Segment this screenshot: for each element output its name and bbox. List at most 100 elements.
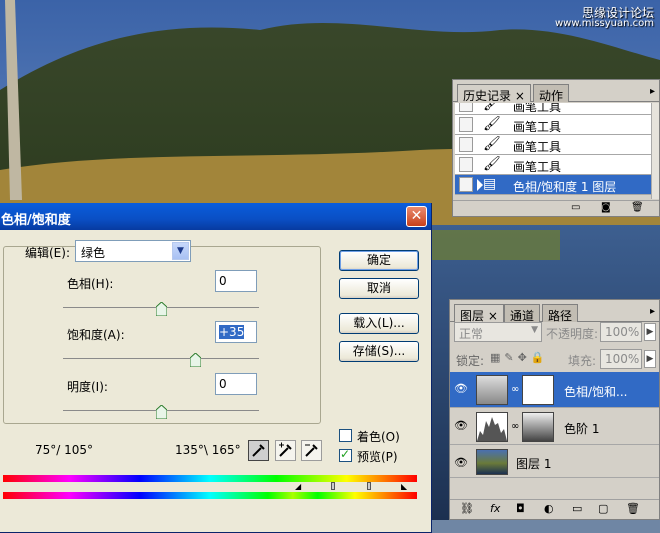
range-right-text: 135°\ 165° bbox=[175, 443, 241, 457]
lightness-slider-knob[interactable] bbox=[155, 405, 167, 419]
colorize-label: 着色(O) bbox=[357, 430, 400, 444]
brush-icon: 🖌 bbox=[483, 116, 501, 132]
save-button[interactable]: 存储(S)... bbox=[339, 341, 419, 362]
history-item-active[interactable]: ▤ 色相/饱和度 1 图层 bbox=[455, 175, 653, 195]
chevron-down-icon: ▼ bbox=[531, 325, 538, 335]
add-mask-icon[interactable]: ◘ bbox=[516, 502, 525, 515]
history-source-box[interactable] bbox=[459, 137, 473, 152]
cancel-button[interactable]: 取消 bbox=[339, 278, 419, 299]
fill-arrow-icon[interactable]: ▶ bbox=[644, 350, 656, 368]
history-footer: ▭ ◙ 🗑 bbox=[453, 200, 659, 216]
tab-close-icon[interactable]: × bbox=[515, 89, 525, 103]
eye-icon[interactable]: 👁 bbox=[452, 454, 470, 472]
brush-icon: 🖌 bbox=[483, 103, 501, 112]
saturation-slider-knob[interactable] bbox=[189, 353, 201, 367]
history-source-box[interactable] bbox=[459, 103, 473, 112]
lock-brush-icon[interactable]: ✎ bbox=[504, 351, 517, 364]
ok-button[interactable]: 确定 bbox=[339, 250, 419, 271]
layers-footer: ⛓ fx ◘ ◐ ▭ ▢ 🗑 bbox=[450, 499, 659, 519]
range-triangle-left-icon[interactable]: ◢ bbox=[295, 482, 301, 491]
chevron-down-icon: ▼ bbox=[172, 242, 189, 260]
blend-mode-select[interactable]: 正常 ▼ bbox=[454, 322, 542, 342]
new-group-icon[interactable]: ▭ bbox=[572, 502, 582, 515]
history-source-box[interactable] bbox=[459, 117, 473, 132]
link-chain-icon[interactable]: ∞ bbox=[511, 421, 519, 432]
saturation-input[interactable]: +35 bbox=[215, 321, 257, 343]
history-tabs: 历史记录 × 动作 ▸ bbox=[453, 80, 659, 103]
adjustment-icon[interactable]: ◐ bbox=[544, 502, 554, 515]
lightness-label: 明度(I): bbox=[67, 380, 108, 394]
range-bar-right-icon[interactable] bbox=[367, 482, 371, 490]
opacity-arrow-icon[interactable]: ▶ bbox=[644, 323, 656, 341]
link-chain-icon[interactable]: ∞ bbox=[511, 384, 519, 395]
panel-menu-icon[interactable]: ▸ bbox=[650, 306, 655, 317]
tab-history[interactable]: 历史记录 × bbox=[457, 84, 531, 103]
mask-thumbnail[interactable] bbox=[522, 412, 554, 442]
dialog-title-bar[interactable]: 色相/饱和度 ✕ bbox=[0, 203, 431, 230]
history-scrollbar[interactable] bbox=[651, 103, 659, 199]
dialog-title: 色相/饱和度 bbox=[1, 213, 71, 228]
tab-layers[interactable]: 图层 × bbox=[454, 304, 504, 323]
preview-checkbox[interactable]: ✓ bbox=[339, 447, 352, 462]
edit-channel-select[interactable]: 绿色 ▼ bbox=[75, 240, 191, 262]
colorize-checkbox[interactable] bbox=[339, 429, 352, 442]
hue-input[interactable]: 0 bbox=[215, 270, 257, 292]
fill-label: 填充: bbox=[568, 354, 597, 368]
edit-group-box bbox=[3, 246, 321, 424]
history-source-box[interactable] bbox=[459, 157, 473, 172]
eyedropper-icon[interactable] bbox=[248, 440, 269, 461]
input-color-bar bbox=[3, 475, 417, 482]
close-icon[interactable]: ✕ bbox=[406, 206, 427, 227]
layer-row-levels[interactable]: 👁 ∞ 色阶 1 bbox=[450, 409, 659, 445]
history-source-box[interactable] bbox=[459, 177, 473, 192]
fill-field[interactable]: 100% bbox=[600, 349, 642, 369]
image-thumbnail bbox=[476, 449, 508, 475]
history-item[interactable]: 🖌 画笔工具 bbox=[455, 155, 651, 175]
eyedropper-minus-icon[interactable] bbox=[301, 440, 322, 461]
layer-row-layer1[interactable]: 👁 图层 1 bbox=[450, 446, 659, 478]
eyedropper-plus-icon[interactable] bbox=[275, 440, 296, 461]
load-button[interactable]: 载入(L)... bbox=[339, 313, 419, 334]
saturation-label: 饱和度(A): bbox=[67, 328, 125, 342]
range-triangle-right-icon[interactable]: ◣ bbox=[401, 482, 407, 491]
layer-row-hue-saturation[interactable]: 👁 ∞ 色相/饱和... bbox=[450, 372, 659, 408]
watermark-url: www.missyuan.com bbox=[555, 18, 654, 29]
tab-paths[interactable]: 路径 bbox=[542, 304, 579, 323]
lightness-input[interactable]: 0 bbox=[215, 373, 257, 395]
lock-move-icon[interactable]: ✥ bbox=[518, 351, 531, 364]
range-bar-left-icon[interactable] bbox=[331, 482, 335, 490]
tab-channels[interactable]: 通道 bbox=[504, 304, 541, 323]
eye-icon[interactable]: 👁 bbox=[452, 380, 470, 398]
lock-transparent-icon[interactable]: ▦ bbox=[490, 351, 504, 364]
trash-icon[interactable]: 🗑 bbox=[631, 202, 644, 213]
trash-icon[interactable]: 🗑 bbox=[626, 502, 640, 515]
fx-icon[interactable]: fx bbox=[490, 502, 500, 515]
panel-menu-icon[interactable]: ▸ bbox=[650, 86, 655, 97]
new-document-icon[interactable]: ▭ bbox=[571, 202, 580, 213]
opacity-field[interactable]: 100% bbox=[600, 322, 642, 342]
layers-panel: 图层 × 通道 路径 ▸ 正常 ▼ 不透明度: 100% ▶ 锁定: ▦✎✥🔒 填… bbox=[449, 299, 660, 520]
tab-actions[interactable]: 动作 bbox=[533, 84, 570, 103]
lock-all-icon[interactable]: 🔒 bbox=[531, 351, 549, 364]
saturation-slider-track[interactable] bbox=[63, 358, 259, 359]
new-layer-icon[interactable]: ▢ bbox=[598, 502, 608, 515]
history-item[interactable]: 🖌 画笔工具 bbox=[455, 135, 651, 155]
history-item[interactable]: 🖌 画笔工具 bbox=[455, 115, 651, 135]
eye-icon[interactable]: 👁 bbox=[452, 417, 470, 435]
edit-label: 编辑(E): bbox=[25, 246, 70, 260]
link-layers-icon[interactable]: ⛓ bbox=[460, 502, 474, 515]
adjustment-layer-icon: ▤ bbox=[483, 176, 497, 192]
output-color-bar bbox=[3, 492, 417, 499]
history-list: 🖌 画笔工具 🖌 画笔工具 🖌 画笔工具 🖌 画笔工具 ▤ 色相/饱和度 1 图… bbox=[453, 103, 659, 199]
checkmark-icon: ✓ bbox=[340, 447, 351, 461]
brush-icon: 🖌 bbox=[483, 156, 501, 172]
hue-slider-knob[interactable] bbox=[155, 302, 167, 316]
layers-tabs: 图层 × 通道 路径 ▸ bbox=[450, 300, 659, 323]
opacity-label: 不透明度: bbox=[546, 327, 599, 341]
snapshot-camera-icon[interactable]: ◙ bbox=[601, 202, 611, 213]
hue-saturation-dialog: 色相/饱和度 ✕ 编辑(E): 绿色 ▼ 色相(H): 0 饱和度(A): +3… bbox=[0, 203, 432, 533]
mask-thumbnail[interactable] bbox=[522, 375, 554, 405]
history-item[interactable]: 🖌 画笔工具 bbox=[455, 103, 651, 115]
range-slider-strip[interactable]: ◢ ◣ bbox=[3, 482, 417, 491]
tab-close-icon[interactable]: × bbox=[488, 309, 498, 323]
